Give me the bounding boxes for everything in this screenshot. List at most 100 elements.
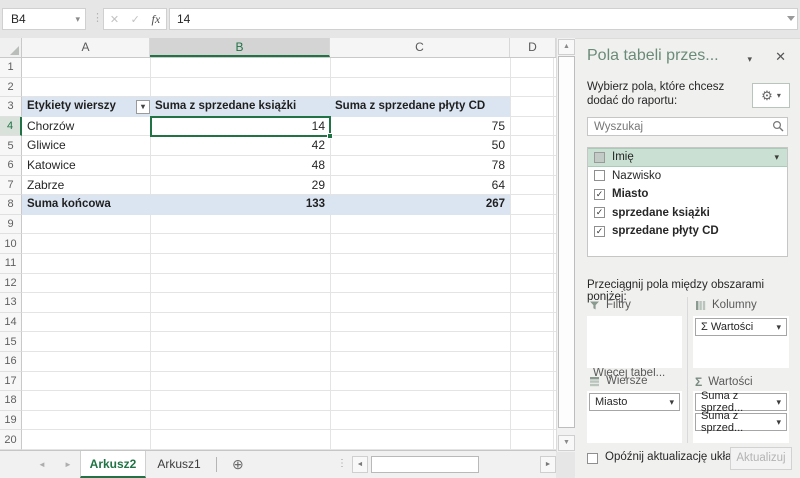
prev-sheet-icon[interactable]: ◄ xyxy=(38,460,46,469)
next-sheet-icon[interactable]: ► xyxy=(64,460,72,469)
tools-button[interactable]: ⚙ ▾ xyxy=(752,83,790,108)
select-all-corner[interactable] xyxy=(0,38,22,57)
field-item[interactable]: ✓sprzedane książki xyxy=(588,204,787,223)
expand-formula-bar-icon[interactable] xyxy=(787,16,795,21)
new-sheet-icon[interactable]: ⊕ xyxy=(232,456,244,473)
pivot-header-cell[interactable]: Suma z sprzedane płyty CD xyxy=(330,97,510,117)
pivot-value-cell[interactable]: 48 xyxy=(150,156,330,176)
scroll-right-icon[interactable]: ► xyxy=(540,456,556,473)
row-header-3[interactable]: 3 xyxy=(0,97,22,117)
row-header-16[interactable]: 16 xyxy=(0,352,22,372)
row-header-12[interactable]: 12 xyxy=(0,274,22,294)
scroll-up-icon[interactable]: ▲ xyxy=(558,39,575,55)
sheet-tab-Arkusz1[interactable]: Arkusz1 xyxy=(148,451,210,478)
checkbox-unchecked[interactable] xyxy=(594,152,605,163)
row-header-9[interactable]: 9 xyxy=(0,215,22,235)
pivot-header-cell[interactable]: Suma z sprzedane książki xyxy=(150,97,330,117)
horizontal-scrollbar[interactable]: ◄ ► xyxy=(352,456,556,473)
chevron-down-icon[interactable]: ▾ xyxy=(776,322,781,333)
name-box[interactable]: B4 ▾ xyxy=(2,8,86,30)
pivot-value-cell[interactable]: 133 xyxy=(150,195,330,215)
area-field-chip[interactable]: Suma z sprzed...▾ xyxy=(695,393,787,411)
chevron-down-icon[interactable]: ▾ xyxy=(75,9,80,30)
area-field-chip[interactable]: Suma z sprzed...▾ xyxy=(695,413,787,431)
row-header-19[interactable]: 19 xyxy=(0,411,22,431)
pivot-header-cell[interactable]: Etykiety wierszy xyxy=(22,97,150,117)
pivot-value-cell[interactable]: 64 xyxy=(330,176,510,196)
row-header-6[interactable]: 6 xyxy=(0,156,22,176)
row-header-8[interactable]: 8 xyxy=(0,195,22,215)
pivot-value-cell[interactable]: 267 xyxy=(330,195,510,215)
pivot-row-label[interactable]: Suma końcowa xyxy=(22,195,150,215)
close-icon[interactable]: ✕ xyxy=(775,49,786,65)
checkbox-checked[interactable]: ✓ xyxy=(594,226,605,237)
search-input[interactable] xyxy=(587,117,788,136)
area-field-chip[interactable]: Miasto▾ xyxy=(589,393,680,411)
row-header-5[interactable]: 5 xyxy=(0,136,22,156)
values-drop-area[interactable]: Suma z sprzed...▾ Suma z sprzed...▾ xyxy=(693,391,789,443)
search-icon[interactable] xyxy=(772,120,785,133)
column-header-C[interactable]: C xyxy=(330,38,510,57)
row-header-18[interactable]: 18 xyxy=(0,391,22,411)
row-header-17[interactable]: 17 xyxy=(0,372,22,392)
chevron-down-icon[interactable]: ▾ xyxy=(776,397,781,408)
pivot-value-cell[interactable]: 42 xyxy=(150,136,330,156)
column-header-A[interactable]: A xyxy=(22,38,150,57)
row-header-11[interactable]: 11 xyxy=(0,254,22,274)
row-header-7[interactable]: 7 xyxy=(0,176,22,196)
pivot-value-cell[interactable]: 50 xyxy=(330,136,510,156)
pane-options-icon[interactable]: ▾ xyxy=(747,54,752,65)
formula-input[interactable]: 14 xyxy=(169,8,798,30)
filter-dropdown-icon[interactable]: ▾ xyxy=(136,100,150,114)
chevron-down-icon[interactable]: ▾ xyxy=(774,152,779,163)
scroll-left-icon[interactable]: ◄ xyxy=(352,456,368,473)
row-header-4[interactable]: 4 xyxy=(0,117,22,137)
row-header-15[interactable]: 15 xyxy=(0,332,22,352)
selected-cell-outline[interactable] xyxy=(150,116,331,137)
column-header-B[interactable]: B xyxy=(150,38,330,57)
pivot-row-label[interactable]: Gliwice xyxy=(22,136,150,156)
pivot-value-cell[interactable]: 29 xyxy=(150,176,330,196)
horizontal-scrollbar-thumb[interactable] xyxy=(371,456,479,473)
sheet-tab-Arkusz2[interactable]: Arkusz2 xyxy=(80,451,146,478)
pivot-row-label[interactable]: Katowice xyxy=(22,156,150,176)
defer-layout-checkbox[interactable] xyxy=(587,453,598,464)
cancel-icon[interactable]: ✕ xyxy=(110,13,119,26)
filters-drop-area[interactable] xyxy=(587,316,682,368)
field-item[interactable]: Nazwisko xyxy=(588,167,787,186)
chevron-down-icon[interactable]: ▾ xyxy=(669,397,674,408)
scrollbar-resize-handle[interactable]: ⋮ xyxy=(337,458,347,469)
vertical-scrollbar-thumb[interactable] xyxy=(558,56,575,428)
checkbox-checked[interactable]: ✓ xyxy=(594,207,605,218)
row-header-13[interactable]: 13 xyxy=(0,293,22,313)
fill-handle[interactable] xyxy=(327,133,333,139)
checkbox-unchecked[interactable] xyxy=(594,170,605,181)
pivot-row-label[interactable]: Zabrze xyxy=(22,176,150,196)
insert-function-icon[interactable]: fx xyxy=(152,12,161,27)
column-header-D[interactable]: D xyxy=(510,38,556,57)
row-header-2[interactable]: 2 xyxy=(0,78,22,98)
update-button[interactable]: Aktualizuj xyxy=(730,447,792,470)
grid-row-line xyxy=(22,352,556,372)
rows-drop-area[interactable]: Miasto▾ xyxy=(587,391,682,443)
row-header-1[interactable]: 1 xyxy=(0,58,22,78)
rows-area-label: Wiersze xyxy=(589,375,648,387)
pivot-value-cell[interactable]: 78 xyxy=(330,156,510,176)
row-header-20[interactable]: 20 xyxy=(0,430,22,450)
chevron-down-icon[interactable]: ▾ xyxy=(776,417,781,428)
field-item[interactable]: ✓sprzedane płyty CD xyxy=(588,222,787,241)
field-item[interactable]: ✓Miasto xyxy=(588,185,787,204)
area-field-chip[interactable]: Σ Wartości▾ xyxy=(695,318,787,336)
pivot-row-label[interactable]: Chorzów xyxy=(22,117,150,137)
worksheet-grid[interactable]: 1234567891011121314151617181920Etykiety … xyxy=(0,58,556,450)
vertical-scrollbar[interactable]: ▲ ▼ xyxy=(556,38,575,452)
row-header-14[interactable]: 14 xyxy=(0,313,22,333)
checkbox-checked[interactable]: ✓ xyxy=(594,189,605,200)
field-item[interactable]: Imię ▾ xyxy=(588,148,787,167)
columns-drop-area[interactable]: Σ Wartości▾ xyxy=(693,316,789,368)
pivot-value-cell[interactable]: 75 xyxy=(330,117,510,137)
field-label: Imię xyxy=(612,151,634,163)
scroll-down-icon[interactable]: ▼ xyxy=(558,435,575,451)
row-header-10[interactable]: 10 xyxy=(0,234,22,254)
enter-icon[interactable]: ✓ xyxy=(131,13,140,26)
